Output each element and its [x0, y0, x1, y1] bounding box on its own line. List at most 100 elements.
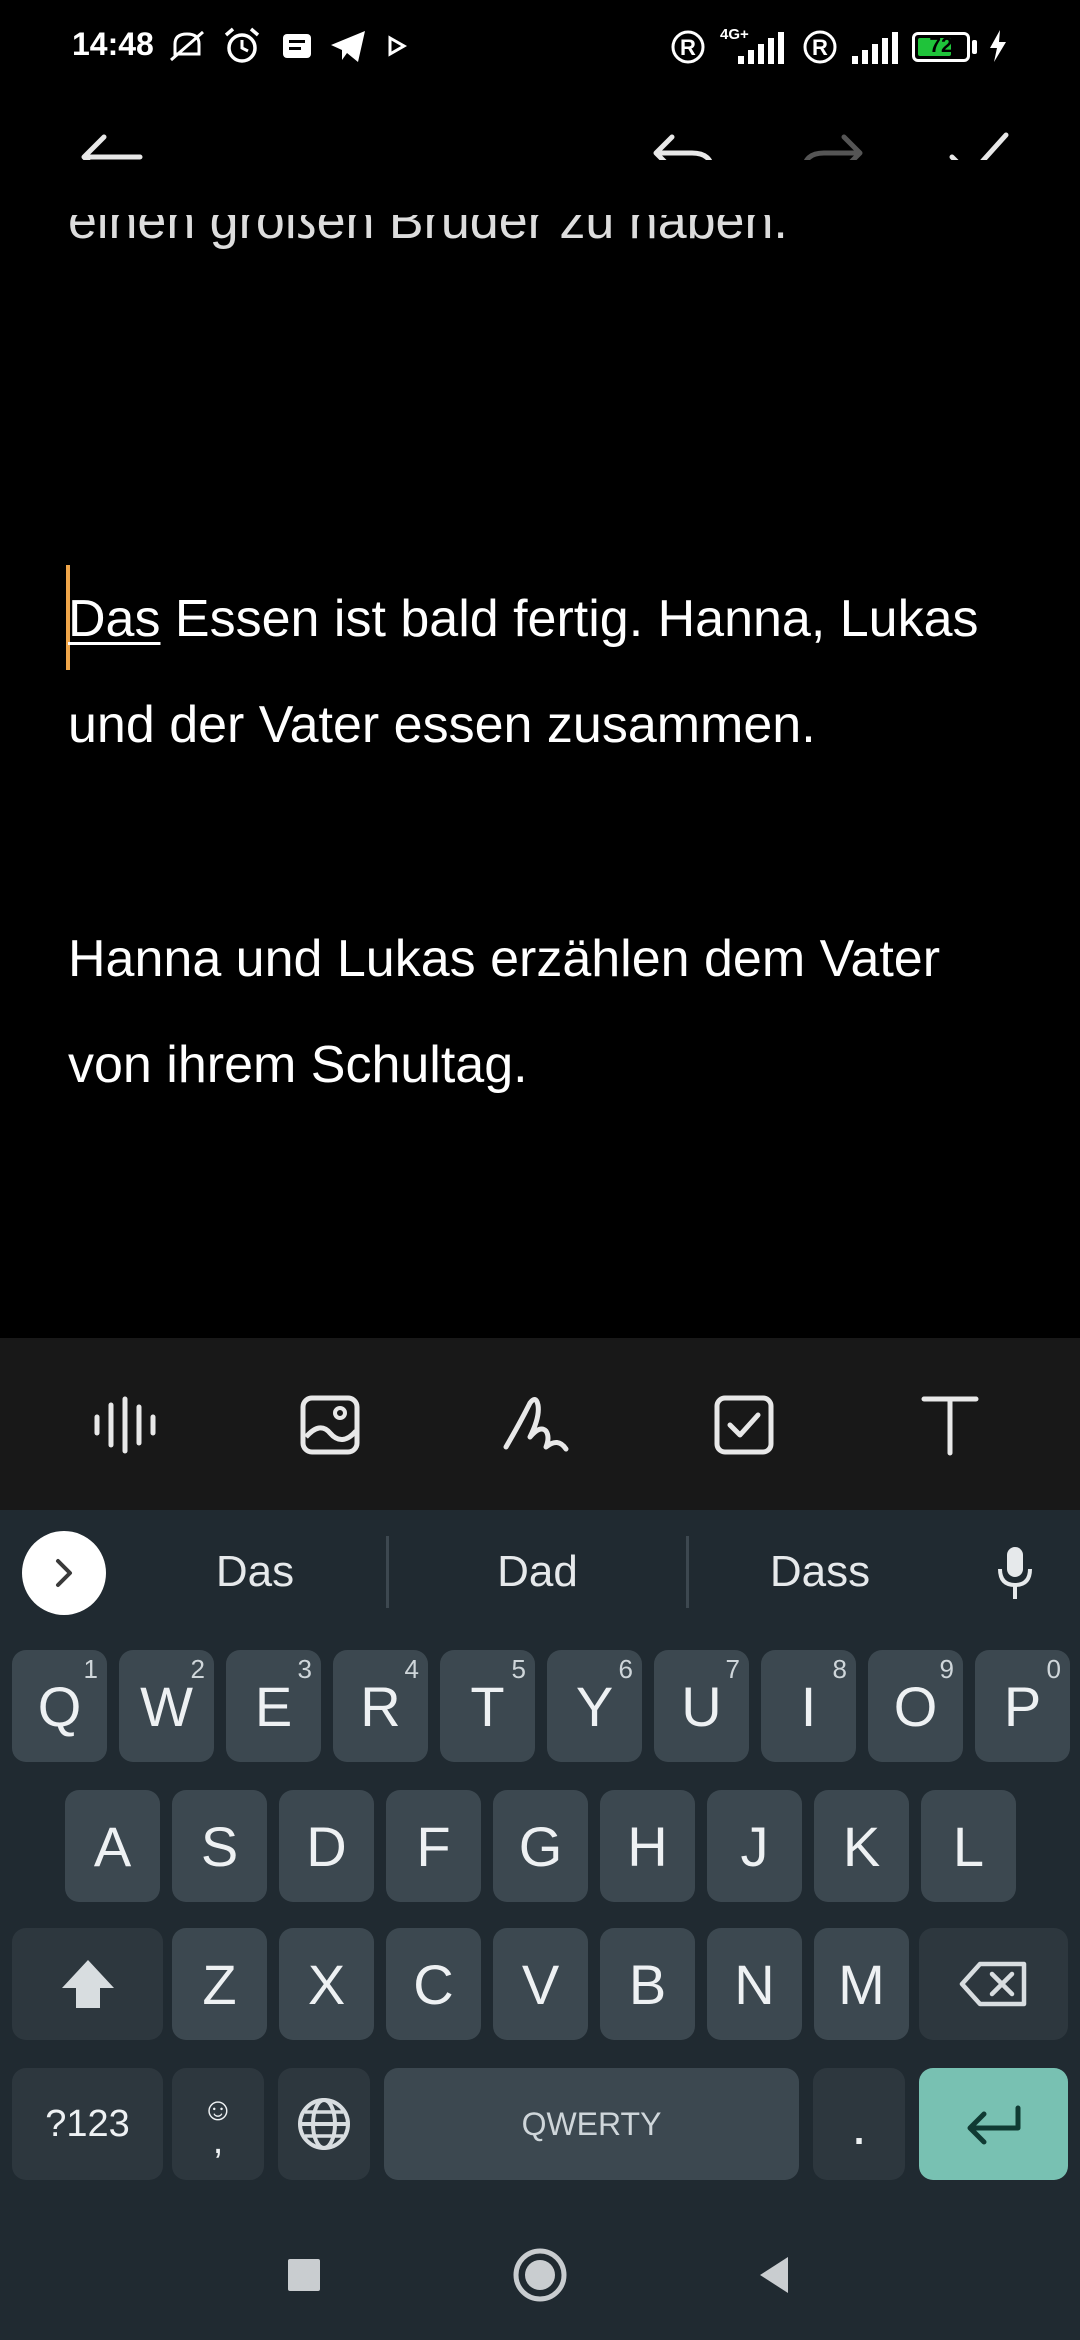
key-d[interactable]: D: [279, 1790, 374, 1902]
key-label: Q: [37, 1674, 82, 1738]
key-q[interactable]: Q1: [12, 1650, 107, 1762]
key-k[interactable]: K: [814, 1790, 909, 1902]
handwriting-button[interactable]: [486, 1375, 586, 1475]
square-icon: [288, 2259, 320, 2291]
globe-icon: [298, 2098, 350, 2150]
key-label: J: [740, 1814, 769, 1878]
key-v[interactable]: V: [493, 1928, 588, 2040]
key-p[interactable]: P0: [975, 1650, 1070, 1762]
toolbar-overlay: [0, 160, 1080, 215]
key-label: T: [470, 1674, 505, 1738]
key-label: L: [952, 1814, 985, 1878]
key-label: W: [140, 1674, 193, 1738]
key-label: R: [360, 1674, 401, 1738]
key-n[interactable]: N: [707, 1928, 802, 2040]
key-label: M: [838, 1952, 885, 2016]
key-x[interactable]: X: [279, 1928, 374, 2040]
voice-note-button[interactable]: [74, 1375, 174, 1475]
chevron-right-icon: [56, 1559, 72, 1587]
status-bar: 14:48 R 4G+ R 72: [0, 0, 1080, 96]
note-paragraph-2[interactable]: Hanna und Lukas erzählen dem Vater von i…: [68, 906, 1018, 1118]
key-t[interactable]: T5: [440, 1650, 535, 1762]
key-hint: 4: [404, 1654, 419, 1684]
silent-mode-icon: [170, 30, 204, 62]
key-h[interactable]: H: [600, 1790, 695, 1902]
battery-tip: [972, 40, 977, 54]
recents-button[interactable]: [264, 2240, 344, 2310]
key-i[interactable]: I8: [761, 1650, 856, 1762]
key-label: B: [628, 1952, 667, 2016]
backspace-key[interactable]: [919, 1928, 1068, 2040]
suggestion-1[interactable]: Das: [140, 1540, 370, 1604]
key-b[interactable]: B: [600, 1928, 695, 2040]
message-icon: [283, 34, 311, 58]
key-label: F: [416, 1814, 451, 1878]
suggestion-expand-button[interactable]: [22, 1531, 106, 1615]
symbols-key[interactable]: ?123: [12, 2068, 163, 2180]
status-time: 14:48: [72, 26, 154, 62]
play-icon: [388, 35, 408, 57]
key-c[interactable]: C: [386, 1928, 481, 2040]
composing-word: Das: [68, 590, 161, 648]
note-paragraph-1[interactable]: Das Essen ist bald fertig. Hanna, Lukas …: [68, 566, 1018, 778]
key-label: D: [306, 1814, 347, 1878]
key-a[interactable]: A: [65, 1790, 160, 1902]
text-format-button[interactable]: [900, 1375, 1000, 1475]
insert-image-button[interactable]: [280, 1375, 380, 1475]
key-label: U: [681, 1674, 722, 1738]
key-e[interactable]: E3: [226, 1650, 321, 1762]
suggestion-divider: [686, 1536, 689, 1608]
key-label: N: [734, 1952, 775, 2016]
key-label: S: [200, 1814, 239, 1878]
key-l[interactable]: L: [921, 1790, 1016, 1902]
space-key[interactable]: QWERTY: [384, 2068, 799, 2180]
key-hint: 1: [83, 1654, 98, 1684]
voice-input-button[interactable]: [985, 1538, 1045, 1608]
circle-icon: [513, 2248, 567, 2302]
svg-text:R: R: [812, 35, 828, 60]
key-hint: 0: [1046, 1654, 1061, 1684]
key-w[interactable]: W2: [119, 1650, 214, 1762]
key-f[interactable]: F: [386, 1790, 481, 1902]
text-format-icon: [921, 1396, 979, 1456]
suggestion-3[interactable]: Dass: [700, 1540, 940, 1604]
shift-key[interactable]: [12, 1928, 163, 2040]
key-y[interactable]: Y6: [547, 1650, 642, 1762]
triangle-back-icon: [760, 2257, 788, 2293]
key-label: C: [413, 1952, 454, 2016]
home-button[interactable]: [500, 2240, 580, 2310]
key-hint: 5: [511, 1654, 526, 1684]
key-label: V: [521, 1952, 560, 2016]
key-hint: 3: [297, 1654, 312, 1684]
key-r[interactable]: R4: [333, 1650, 428, 1762]
key-z[interactable]: Z: [172, 1928, 267, 2040]
paragraph-1-text: Essen ist bald fertig. Hanna, Lukas und …: [68, 590, 979, 754]
key-o[interactable]: O9: [868, 1650, 963, 1762]
comma-label: ,: [212, 2120, 224, 2162]
key-label: X: [307, 1952, 346, 2016]
suggestion-2[interactable]: Dad: [400, 1540, 675, 1604]
emoji-comma-key[interactable]: ☺ ,: [172, 2068, 264, 2180]
suggestion-divider: [386, 1536, 389, 1608]
language-key[interactable]: [278, 2068, 370, 2180]
checklist-button[interactable]: [694, 1375, 794, 1475]
key-hint: 6: [618, 1654, 633, 1684]
svg-text:R: R: [680, 35, 696, 60]
key-label: H: [627, 1814, 668, 1878]
checkbox-icon: [714, 1395, 774, 1455]
key-j[interactable]: J: [707, 1790, 802, 1902]
key-s[interactable]: S: [172, 1790, 267, 1902]
enter-key[interactable]: [919, 2068, 1068, 2180]
key-label: I: [800, 1674, 817, 1738]
nav-back-button[interactable]: [734, 2240, 814, 2310]
battery-icon: 72: [912, 32, 970, 62]
key-u[interactable]: U7: [654, 1650, 749, 1762]
key-label: E: [254, 1674, 293, 1738]
key-m[interactable]: M: [814, 1928, 909, 2040]
period-key[interactable]: .: [813, 2068, 905, 2180]
telegram-icon: [331, 31, 365, 62]
handwriting-icon: [503, 1397, 569, 1452]
key-hint: 7: [725, 1654, 740, 1684]
key-g[interactable]: G: [493, 1790, 588, 1902]
key-label: P: [1003, 1674, 1042, 1738]
